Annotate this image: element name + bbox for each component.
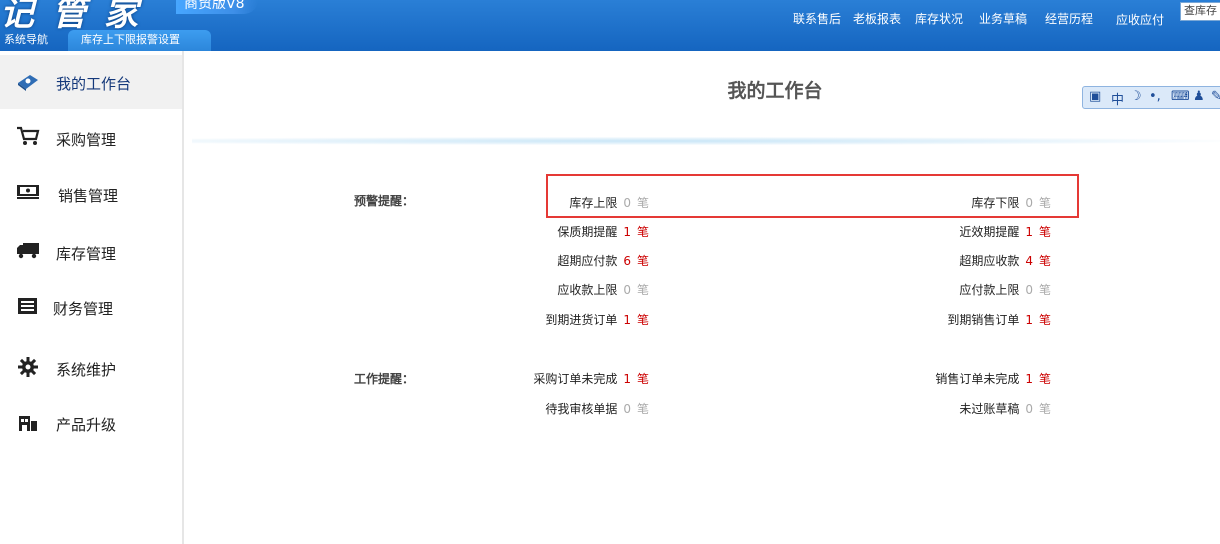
alert-due-sales-orders[interactable]: 到期销售订单 1 笔 — [947, 311, 1051, 327]
alert-overdue-receivable[interactable]: 超期应收款 4 笔 — [959, 252, 1051, 268]
ime-logo-icon: ▣ — [1089, 89, 1102, 104]
cash-icon — [17, 185, 39, 199]
alert-receivable-limit[interactable]: 应收款上限 0 笔 — [557, 281, 649, 297]
work-purchase-unfinished[interactable]: 采购订单未完成 1 笔 — [533, 370, 649, 386]
alert-shelf-life[interactable]: 保质期提醒 1 笔 — [557, 223, 649, 239]
sidebar-item-finance[interactable]: 财务管理 — [0, 279, 182, 333]
work-unposted-drafts[interactable]: 未过账草稿 0 笔 — [959, 400, 1051, 416]
alert-due-purchase-orders[interactable]: 到期进货订单 1 笔 — [545, 311, 649, 327]
ledger-icon — [18, 298, 37, 314]
alert-overdue-payable[interactable]: 超期应付款 6 笔 — [557, 252, 649, 268]
tab-stock-limit-settings[interactable]: 库存上下限报警设置 — [68, 30, 211, 51]
work-label: 工作提醒： — [354, 372, 415, 386]
user-icon[interactable]: ♟ — [1193, 89, 1205, 104]
work-pending-review[interactable]: 待我审核单据 0 笔 — [545, 400, 649, 416]
cart-icon — [17, 126, 40, 145]
sidebar-item-sales[interactable]: 销售管理 — [0, 166, 182, 220]
sidebar-item-label: 系统维护 — [56, 361, 117, 379]
title-divider — [192, 137, 1220, 145]
alerts-label: 预警提醒： — [354, 194, 415, 208]
tab-system-nav[interactable]: 系统导航 — [0, 30, 70, 51]
truck-icon — [17, 243, 39, 259]
nav-drafts[interactable]: 业务草稿 — [979, 10, 1027, 27]
alert-payable-limit[interactable]: 应付款上限 0 笔 — [959, 281, 1051, 297]
page-title: 我的工作台 — [727, 80, 823, 102]
moon-icon[interactable]: ☽ — [1130, 89, 1142, 104]
wrench-icon[interactable]: ✎ — [1211, 89, 1220, 104]
sidebar-item-label: 采购管理 — [56, 131, 117, 149]
sidebar-item-maintenance[interactable]: 系统维护 — [0, 341, 182, 395]
ime-toolbar[interactable]: ▣ 中 ☽ •, ⌨ ♟ ✎ — [1082, 86, 1220, 109]
nav-receivables[interactable]: 应收应付 — [1116, 11, 1164, 28]
gear-icon — [18, 357, 38, 377]
sidebar-item-label: 我的工作台 — [56, 75, 132, 93]
dashboard-icon — [18, 75, 38, 91]
sidebar-item-upgrade[interactable]: 产品升级 — [0, 396, 182, 450]
keyboard-icon[interactable]: ⌨ — [1171, 89, 1190, 104]
nav-after-sales[interactable]: 联系售后 — [793, 10, 841, 27]
nav-stock-status[interactable]: 库存状况 — [915, 10, 963, 27]
sidebar: 我的工作台 采购管理 销售管理 库存管理 财务管理 系统维护 产品升级 — [0, 51, 184, 544]
ime-punct[interactable]: •, — [1149, 89, 1161, 104]
sidebar-item-label: 财务管理 — [53, 300, 114, 318]
sidebar-item-dashboard[interactable]: 我的工作台 — [0, 55, 182, 109]
sidebar-item-purchase[interactable]: 采购管理 — [0, 111, 182, 165]
sidebar-item-inventory[interactable]: 库存管理 — [0, 224, 182, 278]
search-input[interactable]: 查库存 — [1180, 2, 1220, 21]
highlight-box — [546, 174, 1079, 218]
ime-mode[interactable]: 中 — [1111, 89, 1124, 108]
sidebar-item-label: 销售管理 — [58, 187, 119, 205]
work-sales-unfinished[interactable]: 销售订单未完成 1 笔 — [935, 370, 1051, 386]
sidebar-item-label: 产品升级 — [56, 416, 117, 434]
brand-logo: 记管家 — [0, 0, 156, 34]
alert-near-expiry[interactable]: 近效期提醒 1 笔 — [959, 223, 1051, 239]
app-header: 记管家 商贸版V8 系统导航 库存上下限报警设置 联系售后 老板报表 库存状况 … — [0, 0, 1220, 51]
sidebar-item-label: 库存管理 — [56, 245, 117, 263]
upgrade-icon — [19, 416, 37, 431]
nav-boss-report[interactable]: 老板报表 — [853, 10, 901, 27]
nav-history[interactable]: 经营历程 — [1045, 10, 1093, 27]
edition-badge: 商贸版V8 — [176, 0, 259, 14]
